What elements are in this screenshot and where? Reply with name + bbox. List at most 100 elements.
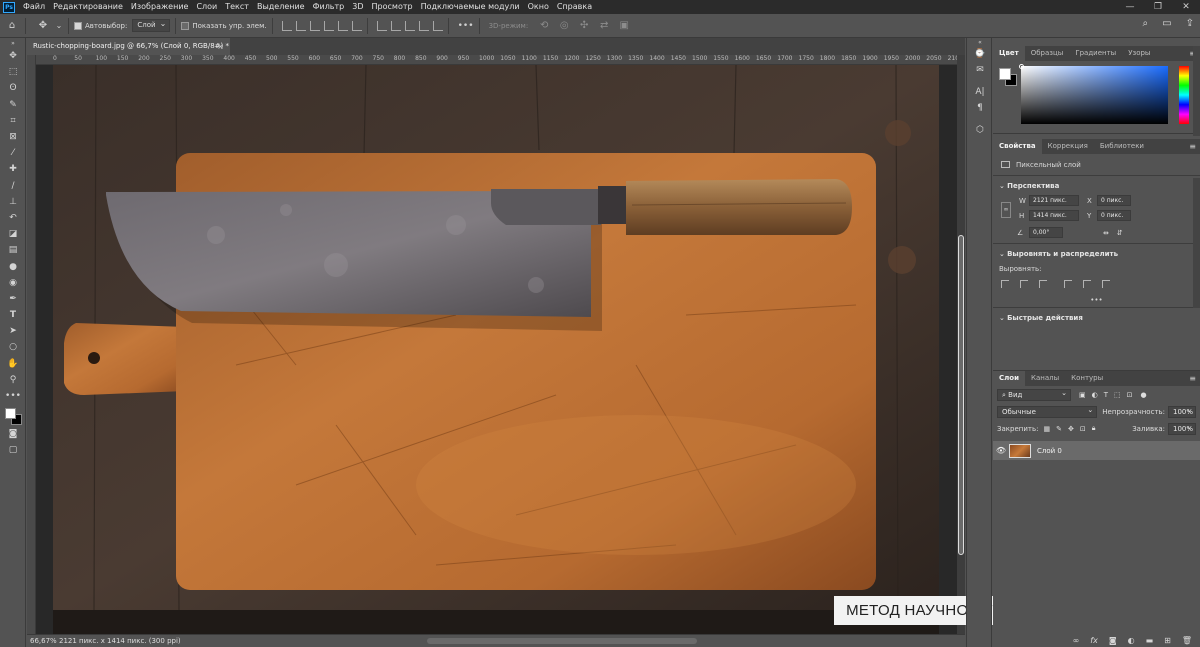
panel-menu-icon[interactable]: ≡: [1189, 371, 1200, 386]
hand-tool-icon[interactable]: ✋: [0, 356, 26, 372]
marquee-tool-icon[interactable]: ⬚: [0, 64, 26, 80]
clone-stamp-tool-icon[interactable]: ⊥: [0, 194, 26, 210]
layer-name[interactable]: Слой 0: [1037, 447, 1062, 455]
shape-tool-icon[interactable]: ○: [0, 339, 26, 355]
lock-transparency-icon[interactable]: ▦: [1043, 425, 1050, 433]
share-icon[interactable]: ⇪: [1186, 18, 1194, 29]
width-field[interactable]: 2121 пикс.: [1029, 195, 1079, 206]
menu-plugins[interactable]: Подключаемые модули: [417, 0, 524, 14]
autoselect-dropdown[interactable]: Слой: [132, 18, 171, 32]
close-document-icon[interactable]: ×: [217, 38, 224, 55]
y-field[interactable]: 0 пикс.: [1097, 210, 1131, 221]
align-bottom-icon[interactable]: [1102, 280, 1110, 288]
move-tool-icon[interactable]: ✥: [35, 18, 51, 34]
menu-filter[interactable]: Фильтр: [309, 0, 349, 14]
align-right-icon[interactable]: [309, 20, 320, 31]
blur-tool-icon[interactable]: ●: [0, 258, 26, 274]
document-tab[interactable]: Rustic-chopping-board.jpg @ 66,7% (Слой …: [27, 38, 230, 55]
minimize-button[interactable]: —: [1116, 0, 1144, 14]
tab-paths[interactable]: Контуры: [1065, 371, 1109, 386]
folder-icon[interactable]: ▬: [1146, 636, 1154, 645]
roll-3d-icon[interactable]: ◎: [556, 18, 572, 34]
filter-adjust-icon[interactable]: ◐: [1092, 391, 1098, 399]
home-icon[interactable]: ⌂: [4, 18, 20, 34]
paragraph-panel-icon[interactable]: ¶: [967, 100, 993, 116]
color-spectrum[interactable]: [1021, 66, 1168, 124]
distribute-2-icon[interactable]: [390, 20, 401, 31]
lock-all-icon[interactable]: 🔒︎: [1092, 424, 1096, 433]
filter-shape-icon[interactable]: ⬚: [1114, 391, 1121, 399]
align-top-icon[interactable]: [1064, 280, 1072, 288]
maximize-button[interactable]: ❐: [1144, 0, 1172, 14]
menu-3d[interactable]: 3D: [348, 0, 367, 14]
show-transform-checkbox[interactable]: [181, 21, 190, 30]
tab-swatches[interactable]: Образцы: [1025, 46, 1070, 61]
hue-slider[interactable]: [1179, 66, 1189, 124]
vertical-ruler[interactable]: [27, 55, 36, 634]
section-quick-actions[interactable]: Быстрые действия: [993, 311, 1200, 325]
adjustment-icon[interactable]: ◐: [1128, 636, 1135, 645]
path-select-tool-icon[interactable]: ➤: [0, 323, 26, 339]
menu-file[interactable]: Файл: [19, 0, 49, 14]
3d-panel-icon[interactable]: ⬡: [967, 122, 993, 138]
orbit-3d-icon[interactable]: ⟲: [536, 18, 552, 34]
filter-toggle-icon[interactable]: ●: [1141, 391, 1147, 399]
filter-pixel-icon[interactable]: ▣: [1079, 391, 1086, 399]
comments-panel-icon[interactable]: ✉: [967, 62, 993, 78]
link-dimensions-icon[interactable]: ∞: [1001, 202, 1011, 218]
healing-brush-tool-icon[interactable]: ✚: [0, 161, 26, 177]
type-tool-icon[interactable]: T: [0, 307, 26, 323]
brush-tool-icon[interactable]: ∕: [0, 178, 26, 194]
quick-select-tool-icon[interactable]: ✎: [0, 97, 26, 113]
align-bottom-icon[interactable]: [351, 20, 362, 31]
horizontal-ruler[interactable]: 0 50 100 150 200 250 300 350 400 450 500 550 600 650 7…: [36, 55, 957, 65]
align-vcenter-icon[interactable]: [1083, 280, 1091, 288]
opacity-field[interactable]: 100%: [1168, 405, 1196, 418]
foreground-color-swatch[interactable]: [5, 408, 16, 420]
canvas[interactable]: [36, 65, 957, 634]
history-panel-icon[interactable]: ⌚: [967, 46, 993, 62]
more-options-button[interactable]: •••: [993, 296, 1200, 304]
section-align[interactable]: Выровнять и распределить: [993, 247, 1200, 261]
lock-artboard-icon[interactable]: ⊡: [1080, 425, 1086, 433]
filter-smart-icon[interactable]: ⊡: [1127, 391, 1133, 399]
distribute-5-icon[interactable]: [432, 20, 443, 31]
distribute-1-icon[interactable]: [376, 20, 387, 31]
close-window-button[interactable]: ✕: [1172, 0, 1200, 14]
menu-edit[interactable]: Редактирование: [49, 0, 127, 14]
eyedropper-tool-icon[interactable]: ⁄: [0, 145, 26, 161]
slide-3d-icon[interactable]: ⇄: [596, 18, 612, 34]
mask-icon[interactable]: ◙: [1109, 636, 1117, 645]
link-icon[interactable]: ∞: [1073, 636, 1080, 645]
menu-window[interactable]: Окно: [524, 0, 553, 14]
height-field[interactable]: 1414 пикс.: [1029, 210, 1079, 221]
tab-adjustments[interactable]: Коррекция: [1042, 139, 1094, 154]
eye-icon[interactable]: 👁︎: [993, 446, 1009, 455]
tab-gradients[interactable]: Градиенты: [1069, 46, 1122, 61]
screen-mode-icon[interactable]: ▢: [0, 442, 26, 458]
scrollbar-thumb[interactable]: [958, 235, 964, 555]
crop-tool-icon[interactable]: ⌗: [0, 113, 26, 129]
flip-vertical-icon[interactable]: ⇵: [1117, 229, 1123, 237]
search-icon[interactable]: ⌕: [1143, 18, 1149, 29]
lock-pixels-icon[interactable]: ✎: [1056, 425, 1062, 433]
tab-properties[interactable]: Свойства: [993, 139, 1042, 154]
align-left-icon[interactable]: [281, 20, 292, 31]
history-brush-tool-icon[interactable]: ↶: [0, 210, 26, 226]
section-transform[interactable]: Перспектива: [993, 179, 1200, 193]
align-vcenter-icon[interactable]: [337, 20, 348, 31]
color-swatches[interactable]: [0, 404, 26, 426]
tab-channels[interactable]: Каналы: [1025, 371, 1065, 386]
menu-view[interactable]: Просмотр: [368, 0, 417, 14]
layer-filter-dropdown[interactable]: ⌕ Вид: [997, 388, 1071, 401]
eraser-tool-icon[interactable]: ◪: [0, 226, 26, 242]
fx-icon[interactable]: fx: [1090, 636, 1098, 645]
workspace-icon[interactable]: ▭: [1162, 18, 1171, 29]
menu-layer[interactable]: Слои: [192, 0, 221, 14]
pen-tool-icon[interactable]: ✒: [0, 291, 26, 307]
lock-position-icon[interactable]: ✥: [1068, 425, 1074, 433]
tab-layers[interactable]: Слои: [993, 371, 1025, 386]
align-hcenter-icon[interactable]: [295, 20, 306, 31]
quick-mask-icon[interactable]: ◙: [0, 426, 26, 442]
document-size-info[interactable]: 2121 пикс. x 1414 пикс. (300 ppi): [59, 637, 181, 645]
